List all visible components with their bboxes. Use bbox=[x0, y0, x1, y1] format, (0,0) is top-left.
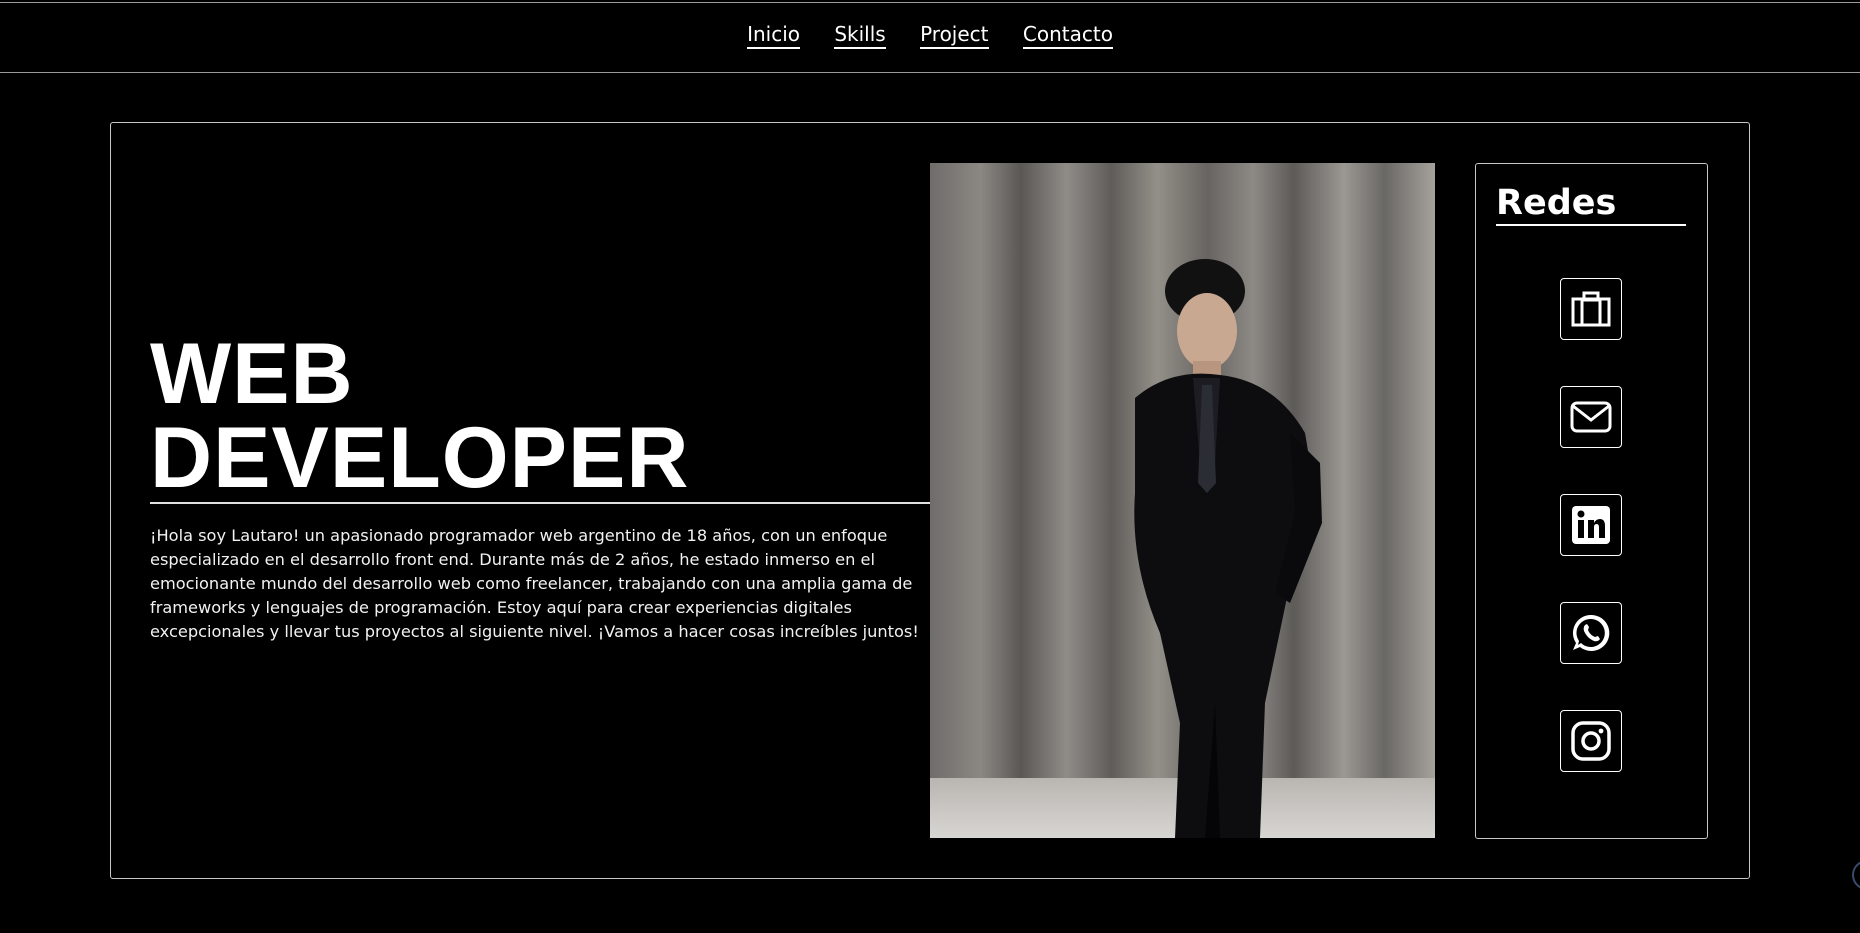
hero-title-line2: DEVELOPER bbox=[150, 410, 690, 506]
nav-link-project[interactable]: Project bbox=[920, 22, 989, 49]
hero-title: WEB DEVELOPER bbox=[150, 331, 689, 501]
instagram-icon bbox=[1571, 721, 1611, 761]
profile-photo bbox=[930, 163, 1435, 838]
whatsapp-link[interactable] bbox=[1560, 602, 1622, 664]
mail-icon bbox=[1570, 401, 1612, 433]
title-underline bbox=[150, 502, 930, 504]
email-link[interactable] bbox=[1560, 386, 1622, 448]
instagram-link[interactable] bbox=[1560, 710, 1622, 772]
portfolio-link[interactable] bbox=[1560, 278, 1622, 340]
linkedin-icon bbox=[1572, 506, 1610, 544]
top-nav: Inicio Skills Project Contacto bbox=[0, 0, 1860, 73]
briefcase-icon bbox=[1571, 291, 1611, 327]
whatsapp-icon bbox=[1572, 614, 1610, 651]
person-silhouette bbox=[1134, 259, 1322, 838]
nav-link-contacto[interactable]: Contacto bbox=[1022, 22, 1113, 49]
social-panel-title: Redes bbox=[1496, 182, 1686, 226]
hero-title-line1: WEB bbox=[150, 326, 354, 422]
nav-link-skills[interactable]: Skills bbox=[834, 22, 886, 49]
nav-link-inicio[interactable]: Inicio bbox=[747, 22, 800, 49]
hero-bio: ¡Hola soy Lautaro! un apasionado program… bbox=[150, 526, 919, 641]
scroll-top-button[interactable] bbox=[1852, 860, 1860, 890]
linkedin-link[interactable] bbox=[1560, 494, 1622, 556]
social-panel: Redes bbox=[1475, 163, 1708, 839]
nav-links: Inicio Skills Project Contacto bbox=[0, 22, 1860, 49]
